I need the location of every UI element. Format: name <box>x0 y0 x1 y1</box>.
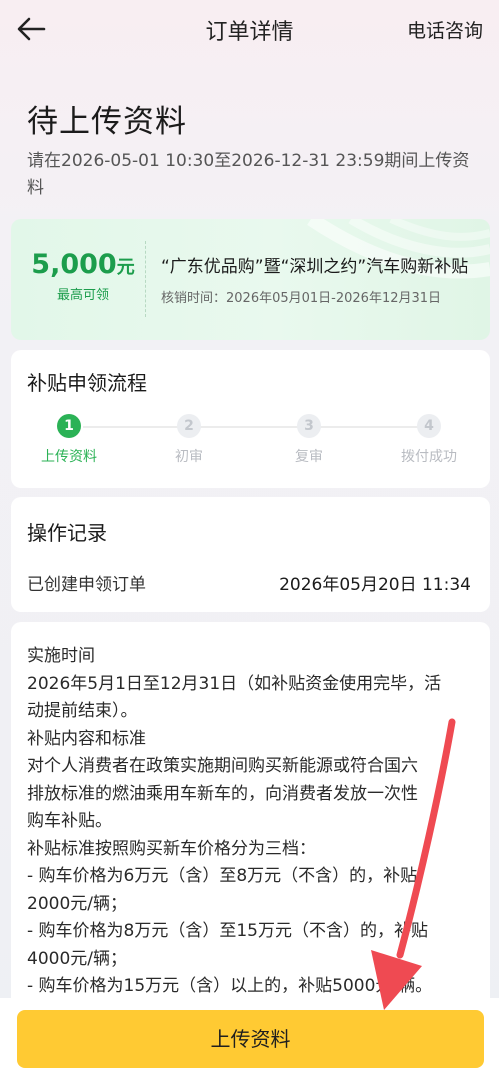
redemption-period: 核销时间：2026年05月01日-2026年12月31日 <box>161 291 442 306</box>
dashed-divider <box>145 241 146 317</box>
log-entry-time: 2026年05月20日 11:34 <box>279 575 471 595</box>
step-second-review: 3 复审 <box>259 414 359 466</box>
phone-consult-link[interactable]: 电话咨询 <box>407 16 483 43</box>
info-line: - 购车价格为8万元（含）至15万元（不含）的，补贴 <box>27 921 428 941</box>
upload-materials-button[interactable]: 上传资料 <box>17 1010 484 1068</box>
subsidy-name: “广东优品购”暨“深圳之约”汽车购新补贴 <box>161 257 469 277</box>
info-line: - 购车价格为15万元（含）以上的，补贴5000元/辆。 <box>27 976 433 996</box>
info-line: 对个人消费者在政策实施期间购买新能源或符合国六 <box>27 756 418 776</box>
info-line: 2026年5月1日至12月31日（如补贴资金使用完毕，活 <box>27 673 442 694</box>
step-upload: 1 上传资料 <box>19 414 119 466</box>
subsidy-process-card: 补贴申领流程 1 上传资料 2 初审 3 复审 4 拨付成功 <box>11 350 490 488</box>
nav-bar: 订单详情 电话咨询 <box>0 0 499 60</box>
amount-unit: 元 <box>116 257 135 278</box>
info-line: 购车补贴。 <box>27 811 112 831</box>
step-payout-success: 4 拨付成功 <box>379 414 479 466</box>
max-subsidy-amount: 5,000元 最高可领 <box>25 249 141 303</box>
amount-label: 最高可领 <box>56 288 109 303</box>
info-line: 补贴内容和标准 <box>27 728 146 749</box>
operation-log-title: 操作记录 <box>27 521 107 545</box>
step-label: 初审 <box>175 449 203 465</box>
info-line: 补贴标准按照购买新车价格分为三档： <box>27 838 316 859</box>
info-line: 4000元/辆； <box>27 948 127 969</box>
info-line: - 购车价格为6万元（含）至8万元（不含）的，补贴 <box>27 866 418 886</box>
stepper-line <box>83 426 425 428</box>
process-stepper: 1 上传资料 2 初审 3 复审 4 拨付成功 <box>11 414 490 474</box>
amount-value: 5,000 <box>31 249 117 280</box>
info-line: 排放标准的燃油乘用车新车的，向消费者发放一次性 <box>27 783 418 804</box>
order-status-title: 待上传资料 <box>27 104 187 140</box>
operation-log-card: 操作记录 已创建申领订单 2026年05月20日 11:34 <box>11 497 490 612</box>
upload-deadline-text: 请在2026-05-01 10:30至2026-12-31 23:59期间上传资… <box>27 151 470 198</box>
step-label: 拨付成功 <box>401 449 457 465</box>
info-line: 实施时间 <box>27 646 95 666</box>
step-label: 上传资料 <box>41 449 97 465</box>
back-arrow-icon <box>17 17 46 41</box>
step-number: 2 <box>177 414 201 438</box>
step-number: 4 <box>417 414 441 438</box>
step-initial-review: 2 初审 <box>139 414 239 466</box>
step-number: 1 <box>57 414 81 438</box>
process-title: 补贴申领流程 <box>27 371 147 395</box>
step-number: 3 <box>297 414 321 438</box>
step-label: 复审 <box>295 449 323 465</box>
subsidy-promo-card[interactable]: 5,000元 最高可领 “广东优品购”暨“深圳之约”汽车购新补贴 核销时间：20… <box>11 219 490 340</box>
info-line: 2000元/辆； <box>27 893 127 914</box>
back-button[interactable] <box>14 12 54 48</box>
log-entry-label: 已创建申领订单 <box>27 575 146 595</box>
info-line: 动提前结束）。 <box>27 701 138 721</box>
policy-info-text: 实施时间 2026年5月1日至12月31日（如补贴资金使用完毕，活 动提前结束）… <box>27 643 479 1001</box>
